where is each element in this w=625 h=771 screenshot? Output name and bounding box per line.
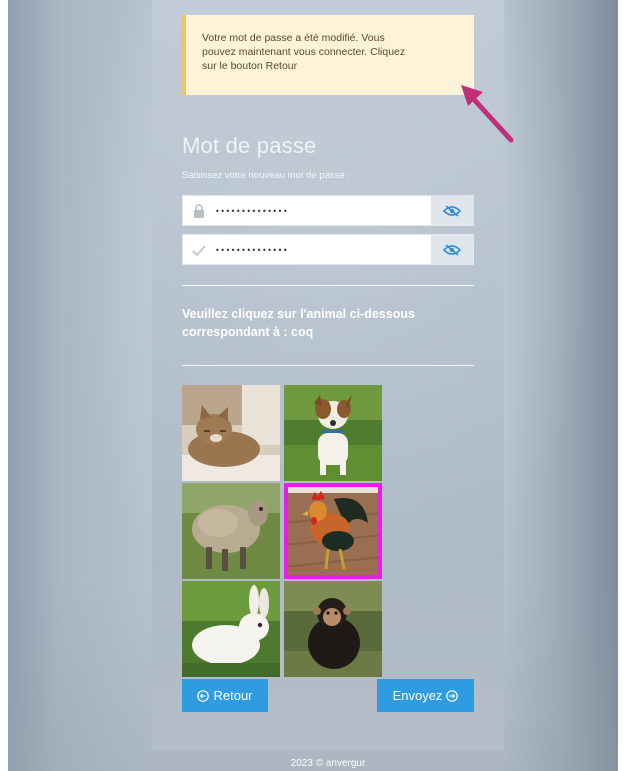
page-title: Mot de passe <box>182 133 317 158</box>
circle-arrow-left-icon <box>197 689 210 702</box>
submit-button-label: Envoyez <box>392 688 443 703</box>
captcha-tile-cat[interactable] <box>182 385 280 481</box>
divider <box>182 285 474 286</box>
chimpanzee-image <box>284 581 382 677</box>
captcha-prompt-prefix: correspondant à : <box>182 325 292 339</box>
captcha-tile-rooster[interactable] <box>284 483 382 579</box>
page-subtitle: Saisissez votre nouveau mot de passe : <box>182 170 350 181</box>
captcha-tile-rabbit[interactable] <box>182 581 280 677</box>
captcha-tile-chimpanzee[interactable] <box>284 581 382 677</box>
captcha-tile-dog[interactable] <box>284 385 382 481</box>
toggle-confirm-visibility-button[interactable] <box>431 235 473 264</box>
check-icon <box>192 245 206 257</box>
confirm-password-field <box>182 234 474 265</box>
annotation-arrow-icon <box>461 85 514 143</box>
confirm-password-input[interactable] <box>215 241 425 259</box>
rabbit-image <box>182 581 280 677</box>
eye-slash-icon <box>443 204 461 217</box>
notice-line-3: sur le bouton Retour <box>202 60 298 72</box>
back-button[interactable]: Retour <box>182 679 268 712</box>
footer-copyright: 2023 © anvergur <box>290 758 366 769</box>
back-button-label: Retour <box>213 688 253 703</box>
circle-arrow-right-icon <box>446 689 459 702</box>
sheep-image <box>182 483 280 579</box>
captcha-target-animal: coq <box>291 325 314 339</box>
captcha-prompt: Veuillez cliquez sur l'animal ci-dessous… <box>182 305 474 341</box>
toggle-password-visibility-button[interactable] <box>431 196 473 225</box>
cat-image <box>182 385 280 481</box>
notice-line-1: Votre mot de passe a été modifié. Vous <box>202 32 385 44</box>
new-password-input[interactable] <box>215 202 425 220</box>
rooster-image <box>284 483 382 579</box>
eye-slash-icon <box>443 243 461 256</box>
captcha-prompt-line-1: Veuillez cliquez sur l'animal ci-dessous <box>182 307 415 321</box>
divider <box>182 365 474 366</box>
lock-icon <box>194 204 204 218</box>
submit-button[interactable]: Envoyez <box>377 679 474 712</box>
captcha-tile-sheep[interactable] <box>182 483 280 579</box>
captcha-prompt-line-2: correspondant à : coq <box>182 323 474 341</box>
success-notice: Votre mot de passe a été modifié. Vous p… <box>182 15 474 95</box>
new-password-field <box>182 195 474 226</box>
notice-line-2: pouvez maintenant vous connecter. Clique… <box>202 46 406 58</box>
dog-image <box>284 385 382 481</box>
